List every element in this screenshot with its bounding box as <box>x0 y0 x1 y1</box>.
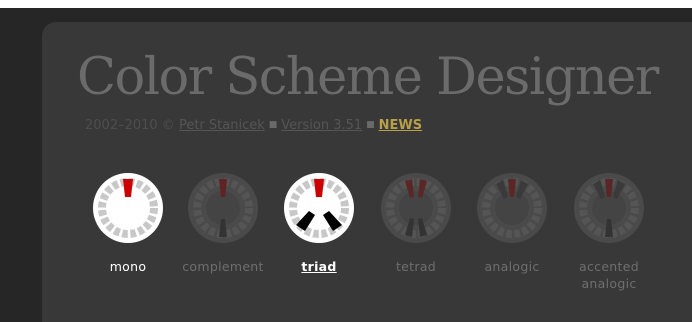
credits-line: 2002–2010 © Petr Stanicek ■ Version 3.51 ■ N… <box>85 118 422 133</box>
mono-wheel-icon <box>93 173 163 243</box>
analogic-wheel-icon <box>477 173 547 243</box>
mode-triad[interactable]: triad <box>269 172 369 275</box>
tetrad-wheel-icon <box>381 173 451 243</box>
page-title: Color Scheme Designer <box>77 48 659 107</box>
top-strip <box>0 0 692 8</box>
triad-wheel-icon <box>284 173 354 243</box>
mode-label: accented analogic <box>579 259 639 291</box>
mode-tetrad[interactable]: tetrad <box>366 172 466 275</box>
separator-dot: ■ <box>366 120 375 130</box>
news-link[interactable]: NEWS <box>379 118 422 133</box>
mode-label: complement <box>182 259 264 274</box>
mode-analogic[interactable]: analogic <box>462 172 562 275</box>
mode-label: analogic <box>484 259 540 274</box>
mode-label: triad <box>301 259 337 274</box>
copyright-years: 2002–2010 © <box>85 118 175 133</box>
version-link[interactable]: Version 3.51 <box>281 118 362 133</box>
mode-label: mono <box>109 259 147 274</box>
separator-dot: ■ <box>268 120 278 130</box>
complement-wheel-icon <box>188 173 258 243</box>
author-link[interactable]: Petr Stanicek <box>179 118 265 133</box>
mode-accented-analogic[interactable]: accented analogic <box>559 172 659 292</box>
mode-mono[interactable]: mono <box>78 172 178 275</box>
mode-label: tetrad <box>395 259 437 274</box>
mode-complement[interactable]: complement <box>173 172 273 275</box>
accented-analogic-wheel-icon <box>574 173 644 243</box>
